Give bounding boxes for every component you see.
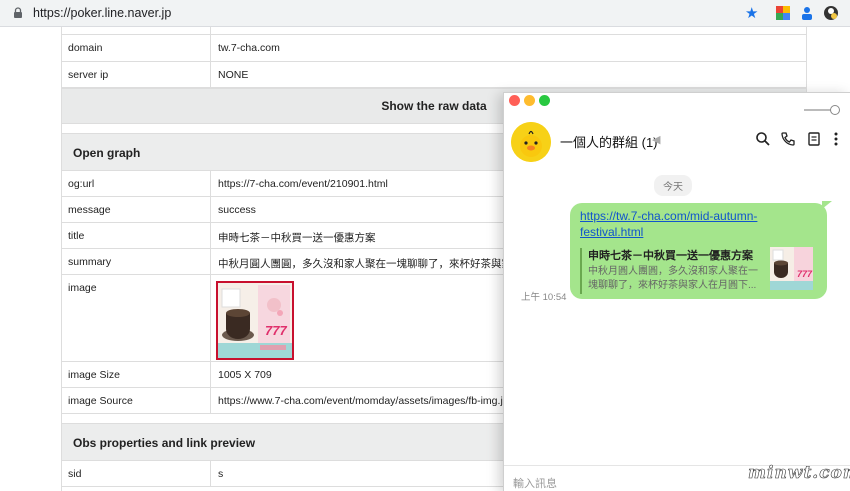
table-row: server ip NONE (61, 62, 807, 88)
opacity-slider-knob[interactable] (830, 105, 840, 115)
thumbnail-promo-number: 777 (265, 323, 287, 338)
minimize-window-button[interactable] (524, 95, 535, 106)
row-key: server ip (61, 62, 211, 87)
bookmark-star-icon[interactable]: ★ (745, 4, 758, 22)
row-key: title (61, 223, 211, 248)
chat-avatar[interactable] (511, 122, 551, 162)
message-time: 上午 10:54 (521, 292, 567, 303)
row-key: og:url (61, 171, 211, 196)
extension-profile-icon[interactable] (823, 5, 839, 21)
lock-icon (14, 7, 22, 18)
row-key: image (61, 275, 211, 361)
row-key: sid (61, 461, 211, 486)
mute-icon: ◀ (652, 134, 661, 146)
browser-address-bar[interactable]: https://poker.line.naver.jp ★ (0, 0, 850, 27)
more-menu-icon[interactable] (828, 131, 844, 147)
row-key: image Source (61, 388, 211, 413)
preview-thumbnail[interactable]: 777 (770, 247, 813, 290)
line-chat-window: 一個人的群組 (1) ◀ 今天 https://tw.7-cha.com/mid… (503, 92, 850, 491)
extension-color-icon[interactable] (775, 5, 791, 21)
site-watermark: minwt.com (748, 463, 850, 484)
preview-description[interactable]: 中秋月圓人團圓，多久沒和家人聚在一塊聊聊了，來杯好茶與家人在月圓下... (588, 265, 766, 293)
date-badge: 今天 (654, 175, 692, 196)
preview-accent-bar (580, 248, 582, 294)
maximize-window-button[interactable] (539, 95, 550, 106)
message-bubble[interactable]: https://tw.7-cha.com/mid-autumn-festival… (570, 203, 827, 299)
table-row-partial (61, 27, 807, 41)
preview-promo-number: 777 (797, 269, 813, 279)
table-row: domain tw.7-cha.com (61, 35, 807, 62)
row-value: NONE (218, 69, 249, 81)
row-key: image Size (61, 362, 211, 387)
search-icon[interactable] (755, 131, 771, 147)
screen: https://poker.line.naver.jp ★ domain tw.… (0, 0, 850, 491)
chat-title: 一個人的群組 (1) (560, 135, 658, 150)
close-window-button[interactable] (509, 95, 520, 106)
notes-icon[interactable] (806, 131, 822, 147)
row-key: domain (61, 35, 211, 61)
row-key: summary (61, 249, 211, 274)
row-key: message (61, 197, 211, 222)
message-link[interactable]: https://tw.7-cha.com/mid-autumn-festival… (580, 208, 780, 240)
phone-icon[interactable] (780, 131, 796, 147)
url-text[interactable]: https://poker.line.naver.jp (33, 6, 171, 20)
row-value: tw.7-cha.com (218, 42, 280, 54)
extension-person-icon[interactable] (799, 5, 815, 21)
message-input-placeholder: 輸入訊息 (513, 478, 557, 490)
og-image-thumbnail[interactable]: 777 (216, 281, 294, 360)
preview-title[interactable]: 申時七茶－中秋買一送一優惠方案 (588, 247, 753, 263)
